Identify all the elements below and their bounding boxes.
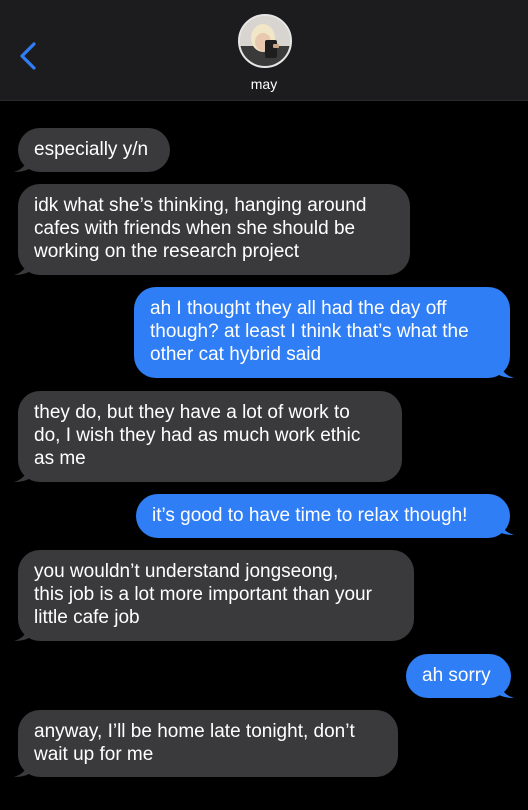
back-button[interactable] bbox=[14, 36, 46, 76]
conversation-header: may bbox=[0, 0, 528, 101]
chat-screen: may especially y/n idk what she’s thinki… bbox=[0, 0, 528, 810]
message-bubble-incoming[interactable]: idk what she’s thinking, hanging around … bbox=[18, 184, 410, 275]
message-bubble-incoming[interactable]: they do, but they have a lot of work to … bbox=[18, 391, 402, 482]
contact-avatar[interactable] bbox=[238, 14, 292, 68]
message-bubble-incoming[interactable]: especially y/n bbox=[18, 128, 170, 172]
contact-name[interactable]: may bbox=[0, 76, 528, 92]
message-bubble-outgoing[interactable]: it’s good to have time to relax though! bbox=[136, 494, 510, 538]
message-bubble-outgoing[interactable]: ah I thought they all had the day off th… bbox=[134, 287, 510, 378]
avatar-photo bbox=[240, 16, 290, 66]
chevron-left-icon bbox=[20, 42, 36, 70]
message-bubble-incoming[interactable]: anyway, I’ll be home late tonight, don’t… bbox=[18, 710, 398, 777]
message-bubble-incoming[interactable]: you wouldn’t understand jongseong, this … bbox=[18, 550, 414, 641]
message-bubble-outgoing[interactable]: ah sorry bbox=[406, 654, 511, 698]
